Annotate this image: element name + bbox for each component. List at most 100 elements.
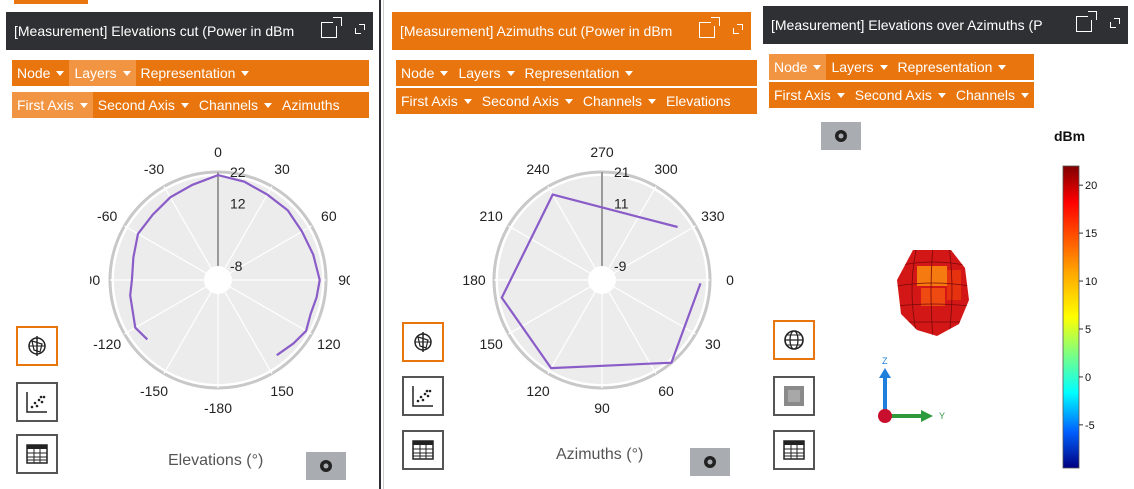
settings-button[interactable] (690, 448, 730, 476)
panel-title: [Measurement] Elevations over Azimuths (… (771, 17, 1043, 33)
menu-second-axis[interactable]: Second Axis (93, 92, 194, 118)
panel-title-bar[interactable]: [Measurement] Azimuths cut (Power in dBm (392, 12, 751, 50)
menu-representation[interactable]: Representation (893, 54, 1012, 80)
menu-row-1: Node Layers Representation (769, 54, 1034, 80)
expand-icon[interactable] (355, 24, 365, 34)
menu-second-axis[interactable]: Second Axis (850, 82, 951, 108)
angle-tick-label: 120 (317, 336, 341, 352)
radiation-pattern-3d (897, 250, 969, 336)
radial-tick-label: 12 (230, 195, 246, 211)
angle-tick-label: 60 (321, 208, 337, 224)
expand-icon[interactable] (733, 24, 743, 34)
table-view-button[interactable] (773, 430, 815, 470)
y-axis-label: Y (939, 411, 945, 421)
menu-first-axis[interactable]: First Axis (396, 88, 477, 114)
surface-icon (784, 386, 804, 406)
caret-down-icon (1021, 92, 1029, 98)
menu-row-1: Node Layers Representation (12, 60, 369, 86)
polar-center-hole (588, 266, 616, 294)
menu-node[interactable]: Node (12, 60, 69, 86)
menu-layers[interactable]: Layers (69, 60, 136, 86)
panel-elevations-cut: [Measurement] Elevations cut (Power in d… (0, 0, 381, 489)
angle-tick-label: 90 (338, 272, 350, 288)
angle-tick-label: -60 (97, 208, 117, 224)
menu-representation[interactable]: Representation (136, 60, 255, 86)
menu-azimuths[interactable]: Azimuths (277, 92, 345, 118)
settings-button[interactable] (821, 122, 861, 150)
menu-elevations[interactable]: Elevations (661, 88, 736, 114)
menu-row-2: First Axis Second Axis Channels Azimuths (12, 92, 369, 118)
polar-view-button[interactable] (402, 322, 444, 362)
panel-title-bar[interactable]: [Measurement] Elevations over Azimuths (… (763, 6, 1128, 44)
colorbar-tick-label: 10 (1085, 276, 1097, 288)
menu-second-axis[interactable]: Second Axis (477, 88, 578, 114)
angle-tick-label: 240 (526, 161, 550, 177)
menu-first-axis[interactable]: First Axis (769, 82, 850, 108)
angle-tick-label: 180 (462, 272, 486, 288)
angle-tick-label: 210 (479, 208, 503, 224)
menu-layers[interactable]: Layers (453, 60, 519, 86)
caret-down-icon (998, 64, 1007, 70)
caret-down-icon (879, 64, 888, 70)
popout-icon[interactable] (699, 17, 720, 38)
menu-representation[interactable]: Representation (520, 60, 639, 86)
menu-row-2: First Axis Second Axis Channels Elevations (396, 88, 757, 114)
caret-down-icon (564, 98, 573, 104)
colorbar-tick-label: 15 (1085, 228, 1097, 240)
popout-icon[interactable] (321, 17, 342, 38)
globe-view-button[interactable] (773, 320, 815, 360)
radial-tick-label: 21 (614, 164, 630, 180)
angle-tick-label: 270 (590, 144, 614, 160)
panel-elevations-over-azimuths: [Measurement] Elevations over Azimuths (… (763, 0, 1134, 489)
caret-down-icon (122, 70, 131, 76)
angle-tick-label: 330 (701, 208, 725, 224)
gear-icon (320, 460, 332, 472)
polar-chart-elevations: 0306090120150-180-150-120-90-60-302212-8 (90, 144, 350, 416)
scatter-plot-icon (412, 386, 433, 407)
menu-layers[interactable]: Layers (826, 54, 892, 80)
angle-tick-label: -30 (144, 161, 164, 177)
radial-tick-label: -8 (230, 258, 243, 274)
menu-channels[interactable]: Channels (578, 88, 661, 114)
settings-button[interactable] (306, 452, 346, 480)
polar-plot-icon (28, 336, 46, 356)
popout-icon[interactable] (1076, 11, 1097, 32)
panel-title: [Measurement] Azimuths cut (Power in dBm (400, 23, 673, 39)
colorbar-tick-label: 5 (1085, 324, 1091, 336)
axis-triad: Z Y (878, 356, 945, 423)
angle-tick-label: 150 (270, 383, 294, 399)
caret-down-icon (836, 92, 845, 98)
menu-channels[interactable]: Channels (194, 92, 277, 118)
angle-tick-label: 0 (726, 272, 734, 288)
angle-tick-label: -90 (90, 272, 100, 288)
angle-tick-label: 30 (705, 336, 721, 352)
caret-down-icon (506, 70, 515, 76)
angle-tick-label: 300 (654, 161, 678, 177)
panel-title: [Measurement] Elevations cut (Power in d… (14, 23, 295, 39)
expand-icon[interactable] (1110, 18, 1120, 28)
caret-down-icon (79, 102, 88, 108)
menu-channels[interactable]: Channels (951, 82, 1034, 108)
caret-down-icon (180, 102, 189, 108)
table-icon (783, 440, 805, 460)
menu-node[interactable]: Node (769, 54, 827, 80)
polar-view-button[interactable] (16, 326, 58, 366)
radial-tick-label: 11 (614, 195, 629, 211)
panel-azimuths-cut: [Measurement] Azimuths cut (Power in dBm… (383, 0, 763, 489)
polar-chart-azimuths: 270 300 330 0 30 60 90 120 150 180 210 240 21 11 -9 (462, 144, 734, 416)
table-view-button[interactable] (402, 430, 444, 470)
axis-label: Elevations (°) (168, 452, 264, 469)
colorbar: 20 15 10 5 0 -5 (1062, 165, 1097, 469)
caret-down-icon (241, 70, 250, 76)
scatter-plot-icon (26, 392, 47, 413)
surface-view-button[interactable] (773, 376, 815, 416)
cartesian-view-button[interactable] (402, 376, 444, 416)
panel-title-bar[interactable]: [Measurement] Elevations cut (Power in d… (6, 12, 373, 50)
table-view-button[interactable] (16, 434, 58, 474)
caret-down-icon (813, 64, 822, 70)
cartesian-view-button[interactable] (16, 382, 58, 422)
table-icon (26, 444, 48, 464)
caret-down-icon (937, 92, 946, 98)
menu-first-axis[interactable]: First Axis (12, 92, 93, 118)
menu-node[interactable]: Node (396, 60, 453, 86)
